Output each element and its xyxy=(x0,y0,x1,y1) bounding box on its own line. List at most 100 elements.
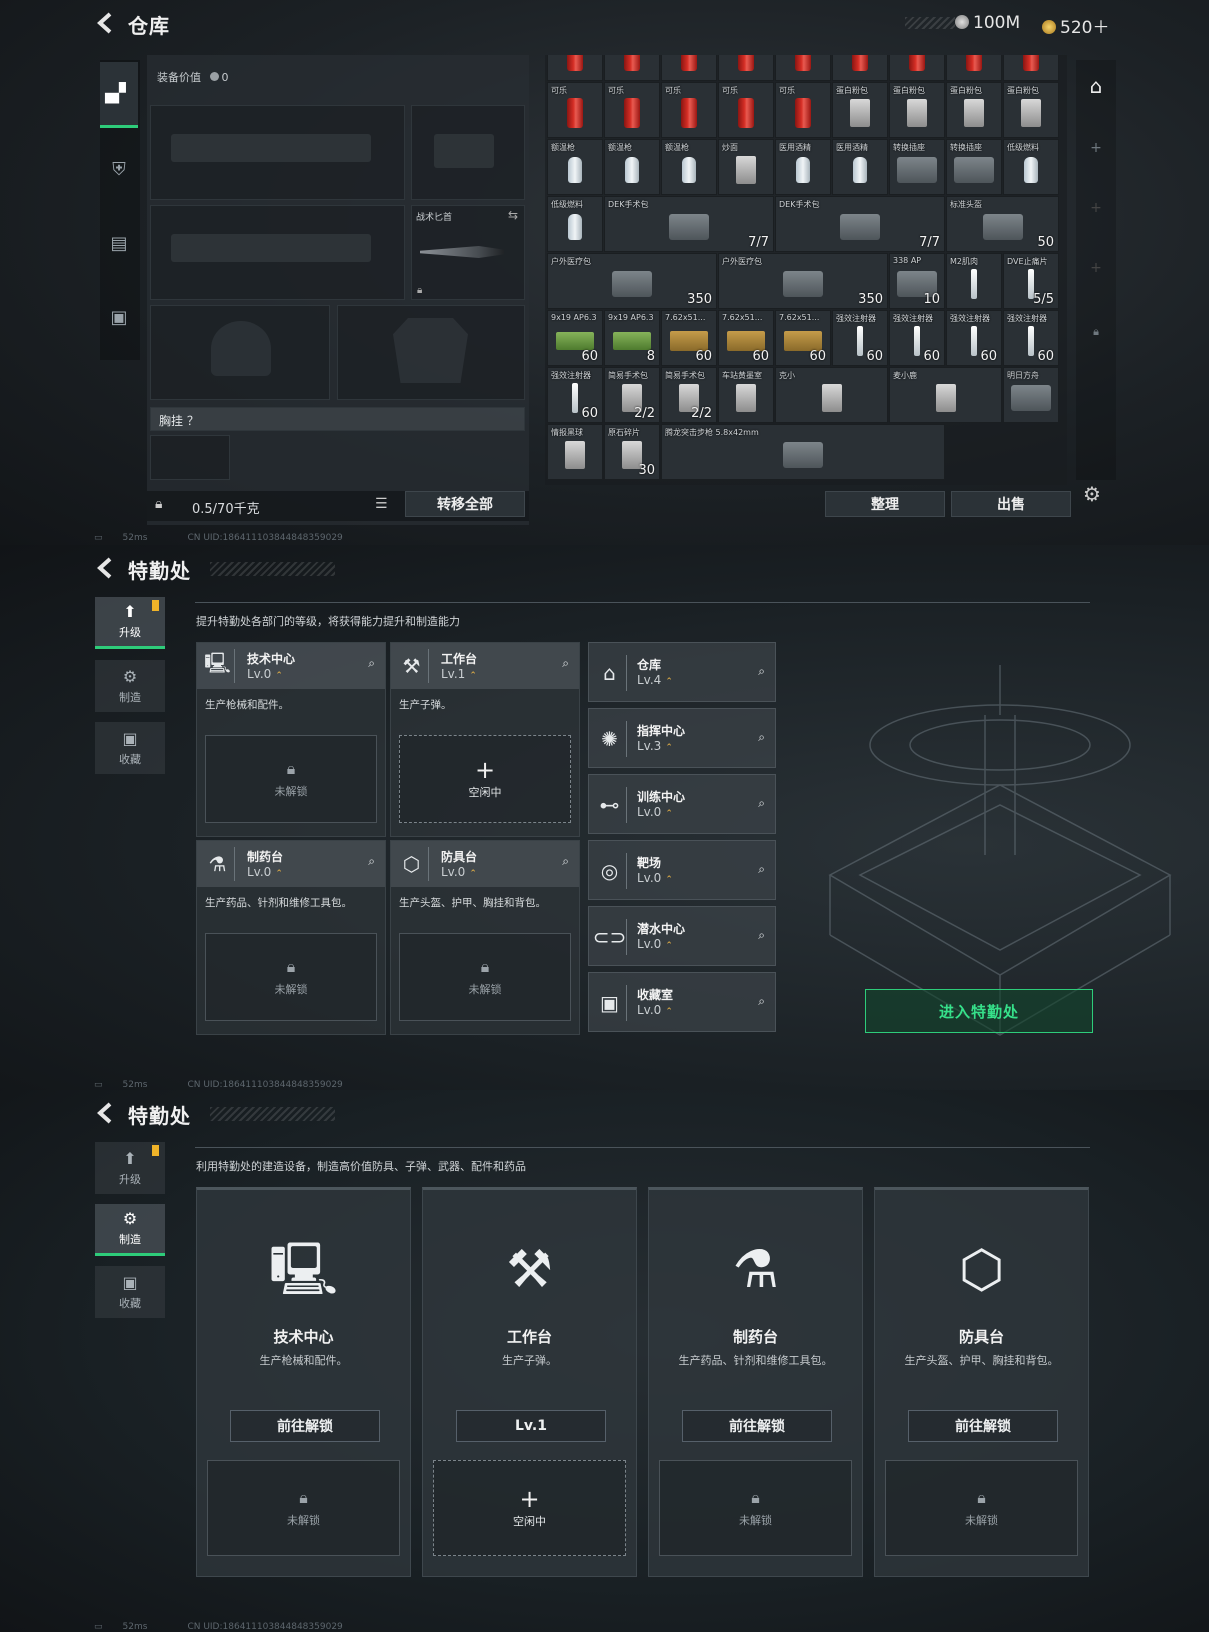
side-facility[interactable]: ⊷ 训练中心 Lv.0 ⌃ ⌕ xyxy=(588,774,776,834)
storage-item[interactable]: 蛋白粉包 xyxy=(946,82,1002,138)
production-slot[interactable]: 🔒︎ 未解锁 xyxy=(659,1460,852,1556)
storage-item[interactable]: DEK手术包 7/7 xyxy=(775,196,945,252)
storage-item[interactable]: 简易手术包 2/2 xyxy=(661,367,717,423)
storage-item[interactable]: 338 AP 10 xyxy=(889,253,945,309)
storage-item[interactable]: 标准头盔 50 xyxy=(946,196,1059,252)
production-slot[interactable]: 🔒︎ 未解锁 xyxy=(205,933,377,1021)
add-icon[interactable]: + xyxy=(1076,200,1116,216)
side-facility[interactable]: ✺ 指挥中心 Lv.3 ⌃ ⌕ xyxy=(588,708,776,768)
helmet-slot[interactable] xyxy=(150,305,330,400)
search-icon[interactable]: ⌕ xyxy=(562,854,569,869)
storage-item[interactable]: 可乐 xyxy=(604,82,660,138)
swap-icon[interactable]: ⇆ xyxy=(508,208,518,222)
storage-item[interactable]: 克小 xyxy=(775,367,888,423)
search-icon[interactable]: ⌕ xyxy=(758,994,765,1009)
add-icon[interactable]: + xyxy=(1076,260,1116,276)
storage-item[interactable]: 腾龙突击步枪 5.8x42mm xyxy=(661,424,945,480)
production-slot[interactable]: + 空闲中 xyxy=(399,735,571,823)
back-arrow-icon[interactable] xyxy=(96,12,118,36)
nav-craft[interactable]: ⚙ 制造 xyxy=(95,660,165,712)
craft-card-tech-center[interactable]: 🖳︎ 技术中心 生产枪械和配件。 前往解锁 🔒︎ 未解锁 xyxy=(196,1187,411,1577)
storage-item[interactable]: 可乐 xyxy=(547,82,603,138)
storage-item[interactable]: 炒面 xyxy=(718,139,774,195)
transfer-all-button[interactable]: 转移全部 xyxy=(405,491,525,517)
storage-item[interactable]: 额温枪 xyxy=(547,139,603,195)
warehouse-icon[interactable]: ⌂ xyxy=(1076,74,1116,98)
tab-weapons[interactable]: ▄▘ xyxy=(100,62,138,128)
production-slot[interactable]: 🔒︎ 未解锁 xyxy=(399,933,571,1021)
search-icon[interactable]: ⌕ xyxy=(758,928,765,943)
storage-item[interactable]: 可乐 xyxy=(718,82,774,138)
storage-item[interactable] xyxy=(604,55,660,81)
nav-upgrade[interactable]: ⬆ 升级 xyxy=(95,1142,165,1194)
production-slot[interactable]: + 空闲中 xyxy=(433,1460,626,1556)
storage-item[interactable]: 强效注射器 60 xyxy=(832,310,888,366)
storage-item[interactable]: 低级燃料 xyxy=(1003,139,1059,195)
sell-button[interactable]: 出售 xyxy=(951,491,1071,517)
storage-item[interactable]: 车站黄墨室 xyxy=(718,367,774,423)
side-facility[interactable]: ◎ 靶场 Lv.0 ⌃ ⌕ xyxy=(588,840,776,900)
knife-slot[interactable]: 战术匕首 ⇆ 🔒︎ xyxy=(411,205,525,300)
storage-item[interactable]: 低级燃料 xyxy=(547,196,603,252)
go-unlock-button[interactable]: 前往解锁 xyxy=(230,1410,380,1442)
storage-item[interactable]: 9x19 AP6.3 60 xyxy=(547,310,603,366)
storage-item[interactable] xyxy=(661,55,717,81)
tab-clipboard[interactable]: ▤ xyxy=(100,210,138,276)
primary-weapon-slot[interactable] xyxy=(150,105,405,200)
facility-armor-bench[interactable]: ⬡ 防具台 Lv.0 ⌃ ⌕ 生产头盔、护甲、胸挂和背包。 🔒︎ 未解锁 xyxy=(390,840,580,1035)
side-facility[interactable]: ⊂⊃ 潜水中心 Lv.0 ⌃ ⌕ xyxy=(588,906,776,966)
enter-special-ops-button[interactable]: 进入特勤处 xyxy=(865,989,1093,1033)
storage-item[interactable] xyxy=(718,55,774,81)
pistol-slot[interactable] xyxy=(411,105,525,200)
production-slot[interactable]: 🔒︎ 未解锁 xyxy=(205,735,377,823)
back-arrow-icon[interactable] xyxy=(96,557,118,581)
craft-card-workbench[interactable]: ⚒ 工作台 生产子弹。 Lv.1 + 空闲中 xyxy=(422,1187,637,1577)
add-icon[interactable]: + xyxy=(1076,140,1116,156)
secondary-weapon-slot[interactable] xyxy=(150,205,405,300)
settings-gear-icon[interactable]: ⚙ xyxy=(1083,482,1101,506)
storage-item[interactable]: DEK手术包 7/7 xyxy=(604,196,774,252)
side-facility[interactable]: ▣ 收藏室 Lv.0 ⌃ ⌕ xyxy=(588,972,776,1032)
search-icon[interactable]: ⌕ xyxy=(562,656,569,671)
storage-item[interactable]: 户外医疗包 350 xyxy=(547,253,717,309)
storage-item[interactable] xyxy=(889,55,945,81)
storage-item[interactable]: 可乐 xyxy=(661,82,717,138)
search-icon[interactable]: ⌕ xyxy=(758,730,765,745)
side-facility[interactable]: ⌂ 仓库 Lv.4 ⌃ ⌕ xyxy=(588,642,776,702)
storage-item[interactable]: 医用酒精 xyxy=(832,139,888,195)
production-slot[interactable]: 🔒︎ 未解锁 xyxy=(207,1460,400,1556)
storage-item[interactable]: 情报黑球 xyxy=(547,424,603,480)
list-icon[interactable]: ☰ xyxy=(375,496,388,512)
storage-item[interactable] xyxy=(832,55,888,81)
go-unlock-button[interactable]: 前往解锁 xyxy=(908,1410,1058,1442)
storage-item[interactable]: DVE止痛片 5/5 xyxy=(1003,253,1059,309)
facility-workbench[interactable]: ⚒ 工作台 Lv.1 ⌃ ⌕ 生产子弹。 + 空闲中 xyxy=(390,642,580,837)
storage-item[interactable]: 转换插座 xyxy=(889,139,945,195)
storage-item[interactable]: 7.62x51... 60 xyxy=(718,310,774,366)
facility-pharmacy[interactable]: ⚗ 制药台 Lv.0 ⌃ ⌕ 生产药品、针剂和维修工具包。 🔒︎ 未解锁 xyxy=(196,840,386,1035)
storage-item[interactable]: 额温枪 xyxy=(604,139,660,195)
storage-item[interactable]: 强效注射器 60 xyxy=(1003,310,1059,366)
storage-item[interactable]: 额温枪 xyxy=(661,139,717,195)
storage-item[interactable]: 可乐 xyxy=(775,82,831,138)
storage-item[interactable]: 7.62x51... 60 xyxy=(661,310,717,366)
lock-icon[interactable]: 🔒︎ xyxy=(1076,325,1116,339)
storage-item[interactable]: 转换插座 xyxy=(946,139,1002,195)
production-slot[interactable]: 🔒︎ 未解锁 xyxy=(885,1460,1078,1556)
chest-rig-slot[interactable]: 胸挂 ？ xyxy=(150,407,525,431)
craft-card-armor-bench[interactable]: ⬡ 防具台 生产头盔、护甲、胸挂和背包。 前往解锁 🔒︎ 未解锁 xyxy=(874,1187,1089,1577)
storage-item[interactable]: 蛋白粉包 xyxy=(832,82,888,138)
facility-tech-center[interactable]: 🖳︎ 技术中心 Lv.0 ⌃ ⌕ 生产枪械和配件。 🔒︎ 未解锁 xyxy=(196,642,386,837)
storage-item[interactable]: 明日方舟 xyxy=(1003,367,1059,423)
storage-item[interactable]: 医用酒精 xyxy=(775,139,831,195)
nav-craft[interactable]: ⚙ 制造 xyxy=(95,1204,165,1256)
storage-item[interactable]: 蛋白粉包 xyxy=(889,82,945,138)
storage-item[interactable]: 强效注射器 60 xyxy=(889,310,945,366)
armor-slot[interactable] xyxy=(337,305,525,400)
go-unlock-button[interactable]: 前往解锁 xyxy=(682,1410,832,1442)
tab-briefcase[interactable]: ▣ xyxy=(100,284,138,350)
search-icon[interactable]: ⌕ xyxy=(758,862,765,877)
sort-button[interactable]: 整理 xyxy=(825,491,945,517)
search-icon[interactable]: ⌕ xyxy=(368,854,375,869)
nav-upgrade[interactable]: ⬆ 升级 xyxy=(95,597,165,649)
